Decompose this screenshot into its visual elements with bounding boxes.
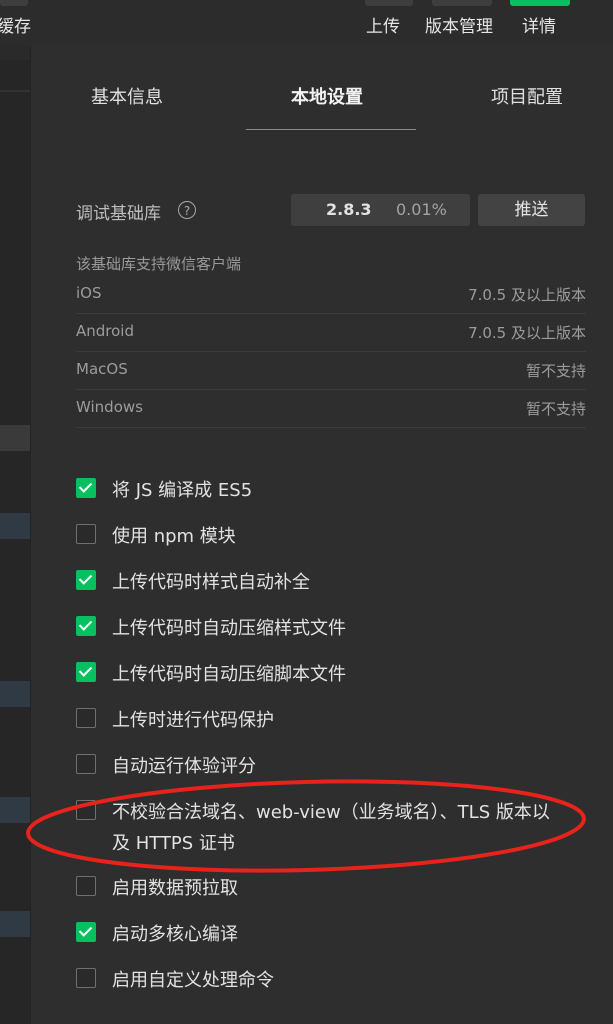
checkbox[interactable] xyxy=(76,662,96,682)
details-button-top[interactable] xyxy=(510,0,570,6)
checkbox[interactable] xyxy=(76,524,96,544)
option-label: 不校验合法域名、web-view（业务域名）、TLS 版本以及 HTTPS 证书 xyxy=(112,802,550,854)
version-management-button[interactable]: 版本管理 xyxy=(425,12,493,37)
checkbox[interactable] xyxy=(76,478,96,498)
checkbox[interactable] xyxy=(76,754,96,774)
clear-cache-button-label[interactable]: 缓存 xyxy=(0,12,31,37)
platform-version: 7.0.5 及以上版本 xyxy=(468,324,586,342)
tab-project-config[interactable]: 项目配置 xyxy=(491,83,563,109)
platform-name: Windows xyxy=(76,398,143,416)
upload-button-top[interactable] xyxy=(365,0,413,6)
platform-name: Android xyxy=(76,322,134,340)
workspace-strip xyxy=(0,797,30,823)
details-button[interactable]: 详情 xyxy=(522,12,556,37)
platform-name: iOS xyxy=(76,284,102,302)
debug-lib-percent: 0.01% xyxy=(396,200,447,219)
option-label: 上传代码时样式自动补全 xyxy=(112,572,310,593)
top-toolbar: 缓存 上传 版本管理 详情 xyxy=(0,0,613,45)
checkbox[interactable] xyxy=(76,570,96,590)
checkbox[interactable] xyxy=(76,922,96,942)
debug-lib-version-select[interactable]: 2.8.3 0.01% xyxy=(291,194,470,226)
debug-lib-version: 2.8.3 xyxy=(326,200,372,219)
workspace-strip xyxy=(0,45,30,60)
workspace-strip xyxy=(0,911,30,937)
checkbox[interactable] xyxy=(76,800,96,820)
platform-version: 暂不支持 xyxy=(525,400,586,418)
tab-local-settings[interactable]: 本地设置 xyxy=(291,83,363,109)
active-tab-underline xyxy=(246,129,416,130)
platform-row-ios: iOS 7.0.5 及以上版本 xyxy=(76,275,586,314)
platform-version: 暂不支持 xyxy=(525,362,586,380)
push-button[interactable]: 推送 xyxy=(478,194,585,226)
option-label: 上传时进行代码保护 xyxy=(112,710,274,731)
checkbox[interactable] xyxy=(76,616,96,636)
tab-basic-info[interactable]: 基本信息 xyxy=(91,83,163,109)
settings-panel: 基本信息 本地设置 项目配置 调试基础库 ? 2.8.3 0.01% 推送 该基… xyxy=(30,45,613,1024)
option-label: 上传代码时自动压缩样式文件 xyxy=(112,618,346,639)
checkbox[interactable] xyxy=(76,968,96,988)
workspace-strip xyxy=(0,513,30,539)
clear-cache-button-top[interactable] xyxy=(0,0,28,6)
platform-row-windows: Windows 暂不支持 xyxy=(76,389,586,428)
support-title: 该基础库支持微信客户端 xyxy=(76,255,242,273)
platform-name: MacOS xyxy=(76,360,128,378)
workspace-strip xyxy=(0,681,30,707)
workspace-strip xyxy=(0,90,30,92)
platform-row-macos: MacOS 暂不支持 xyxy=(76,351,586,390)
debug-lib-label: 调试基础库 xyxy=(76,204,161,224)
option-label: 使用 npm 模块 xyxy=(112,526,236,547)
question-circle-icon[interactable]: ? xyxy=(178,201,196,219)
background-workspace xyxy=(0,45,30,1024)
platform-version: 7.0.5 及以上版本 xyxy=(468,286,586,304)
workspace-strip xyxy=(0,425,30,451)
platform-row-android: Android 7.0.5 及以上版本 xyxy=(76,313,586,352)
checkbox[interactable] xyxy=(76,708,96,728)
upload-button[interactable]: 上传 xyxy=(366,12,400,37)
option-label: 自动运行体验评分 xyxy=(112,756,256,777)
option-label: 启用数据预拉取 xyxy=(112,878,238,899)
option-label: 上传代码时自动压缩脚本文件 xyxy=(112,664,346,685)
option-label: 将 JS 编译成 ES5 xyxy=(112,480,253,501)
version-management-button-top[interactable] xyxy=(432,0,492,6)
option-label: 启用自定义处理命令 xyxy=(112,970,274,991)
checkbox[interactable] xyxy=(76,876,96,896)
option-label: 启动多核心编译 xyxy=(112,924,238,945)
